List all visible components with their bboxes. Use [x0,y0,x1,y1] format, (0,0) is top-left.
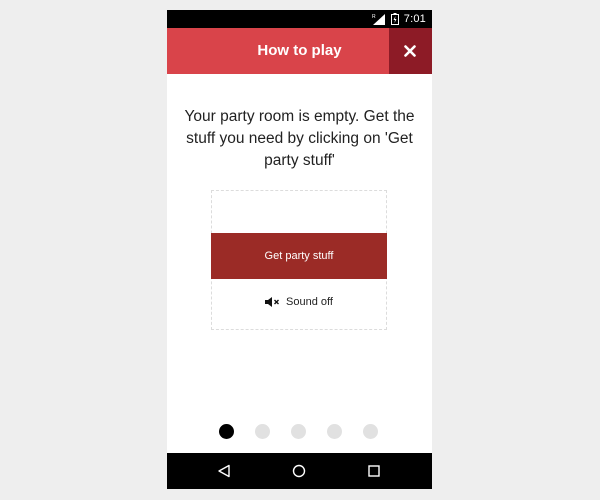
pagination-dots [219,424,381,440]
status-time: 7:01 [403,13,426,25]
page-dot-3[interactable] [291,424,306,439]
speaker-muted-icon [265,297,280,307]
signal-icon: R [372,14,385,25]
home-button[interactable] [279,453,319,489]
phone-screen: R 7:01 How to play Your party room is em… [167,10,432,489]
demo-panel: Get party stuff Sound off [211,190,387,330]
header-bar: How to play [167,28,432,74]
instruction-text: Your party room is empty. Get the stuff … [184,108,415,169]
get-party-stuff-button[interactable]: Get party stuff [211,233,387,279]
home-icon [292,464,306,478]
page-dot-5[interactable] [363,424,378,439]
status-bar: R 7:01 [167,10,432,28]
battery-icon [390,13,399,25]
sound-toggle-button[interactable]: Sound off [212,291,386,313]
page-dot-2[interactable] [255,424,270,439]
close-icon [404,45,416,57]
page-dot-1[interactable] [219,424,234,439]
svg-text:R: R [372,14,376,20]
sound-toggle-label: Sound off [286,296,333,308]
close-button[interactable] [389,28,432,74]
back-icon [218,464,230,478]
status-icons: R 7:01 [372,12,426,26]
page-dot-4[interactable] [327,424,342,439]
recents-button[interactable] [354,453,394,489]
back-button[interactable] [204,453,244,489]
navigation-bar [167,453,432,489]
recents-icon [368,465,380,477]
